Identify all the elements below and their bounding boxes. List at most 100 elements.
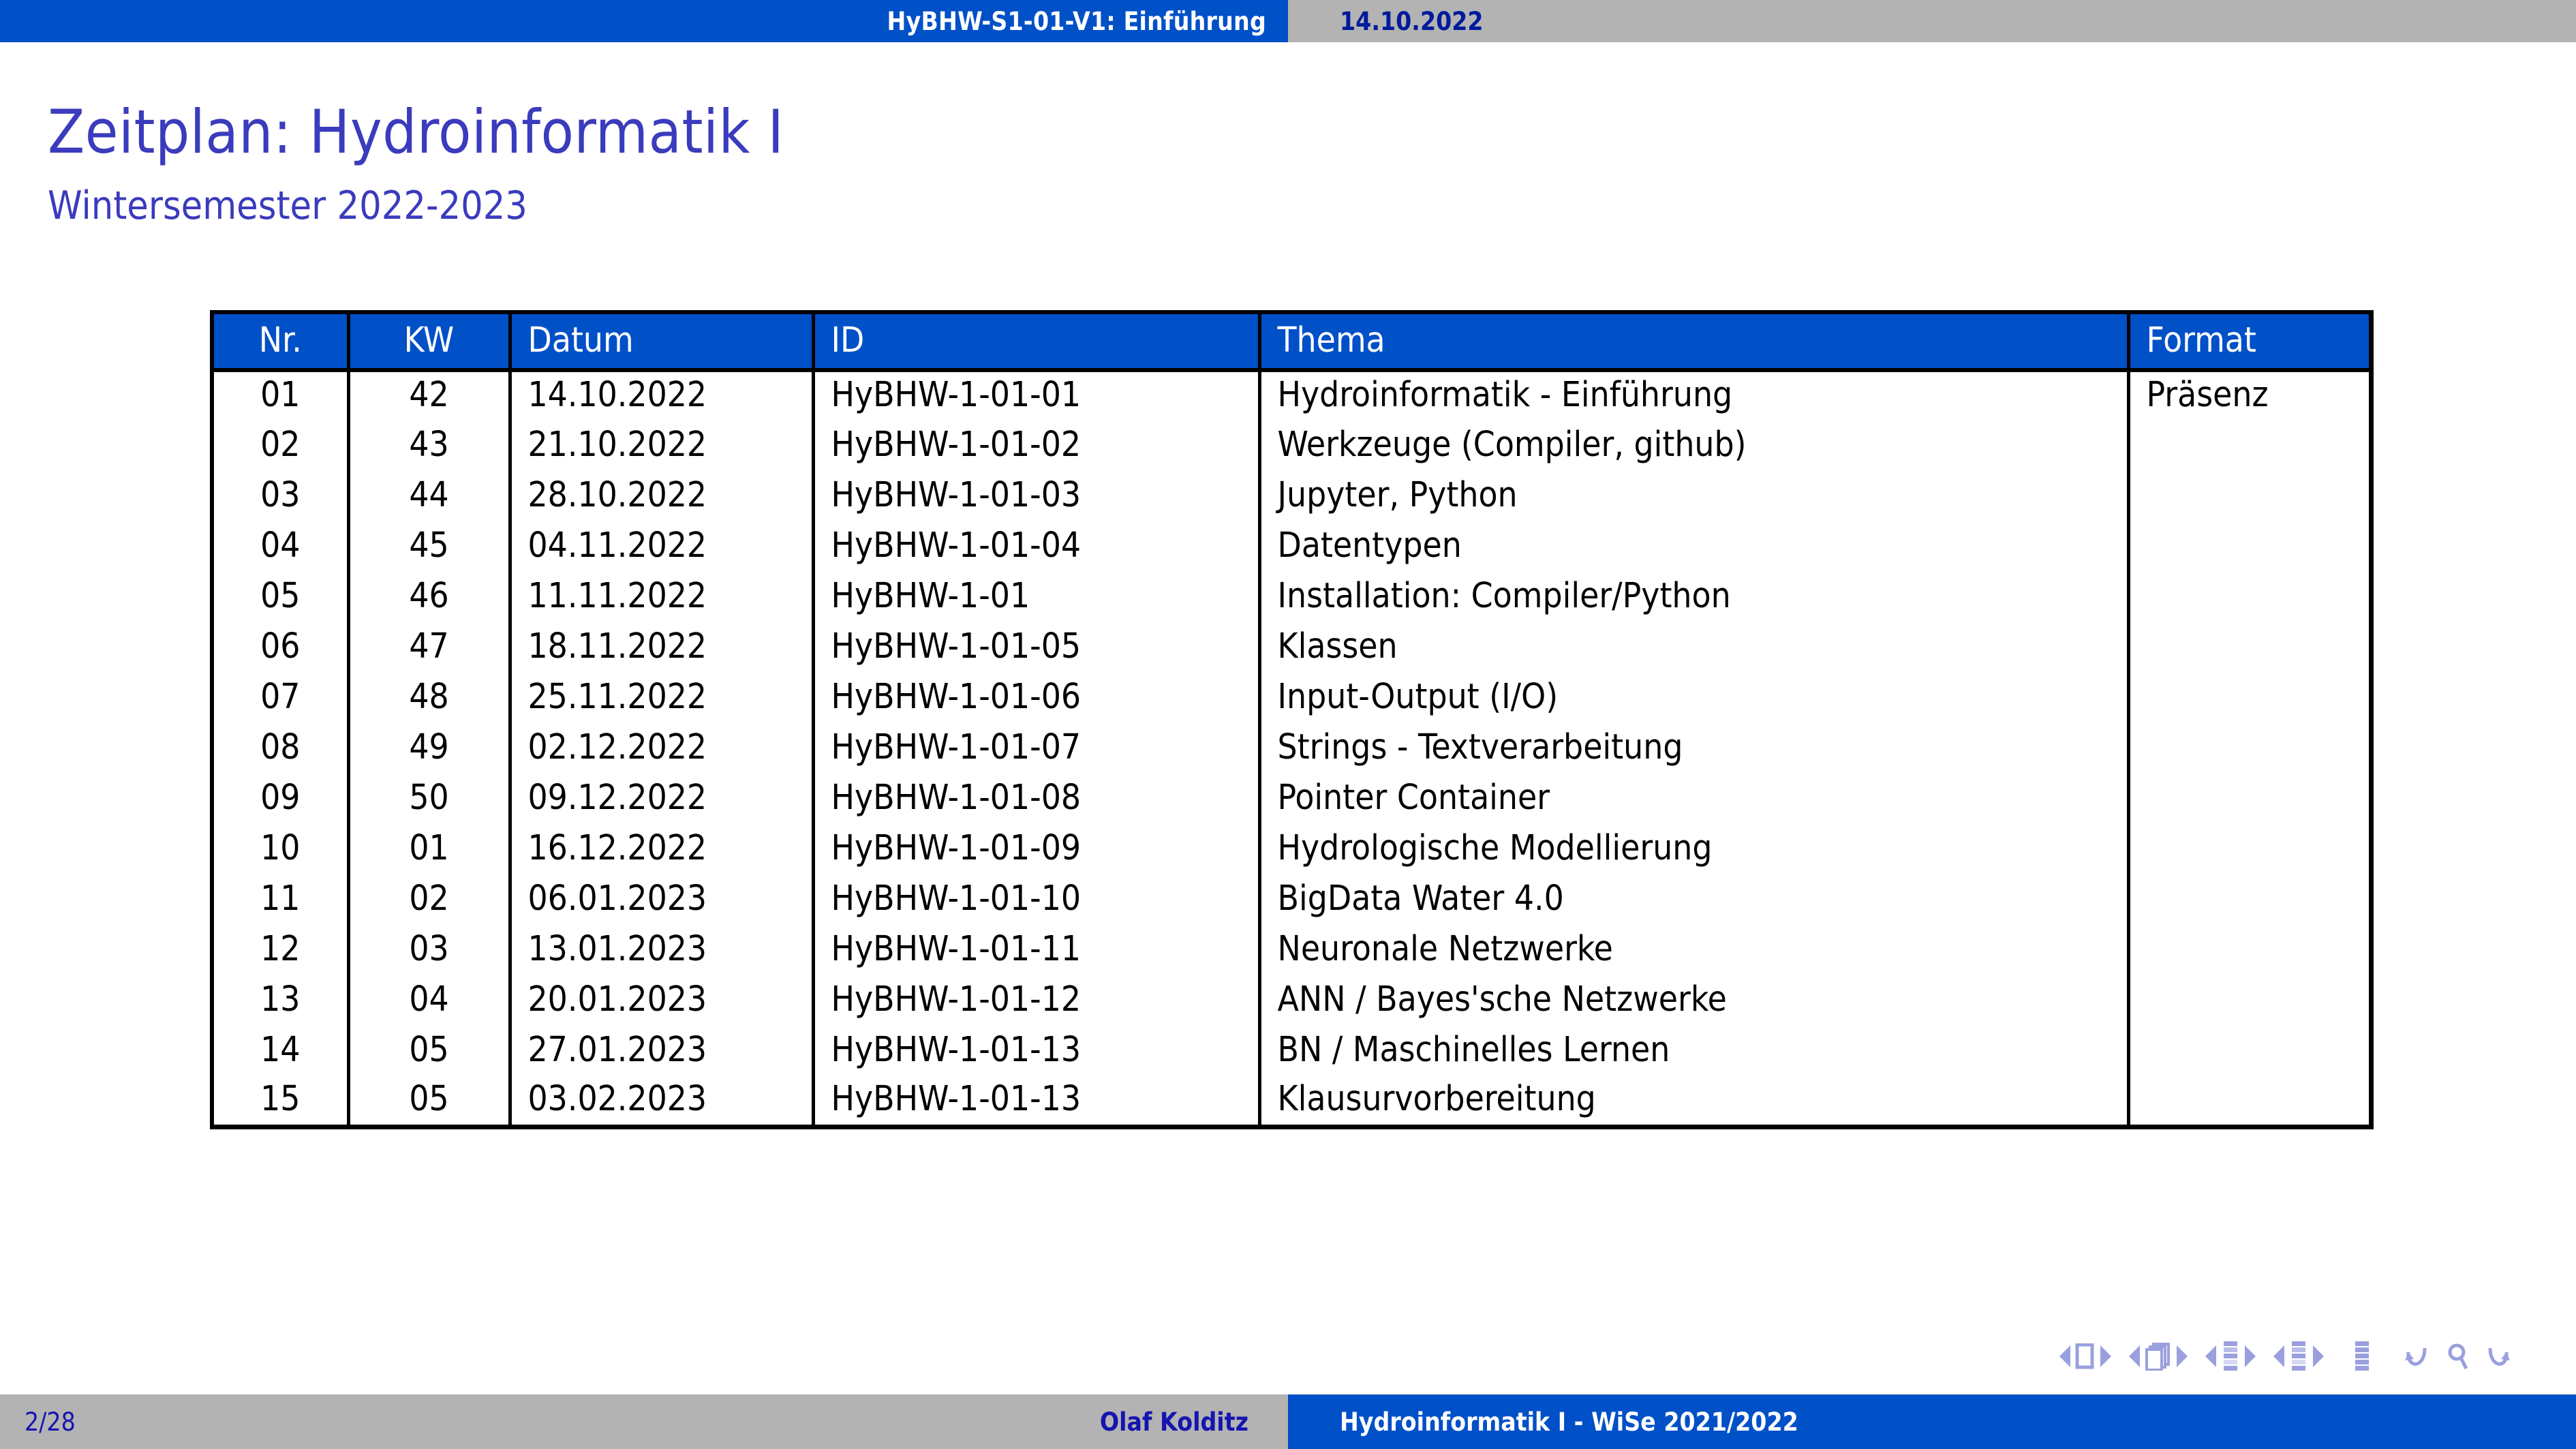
table-row: 13 04 20.01.2023 HyBHW-1-01-12 ANN / Bay…	[212, 975, 2371, 1026]
cell-nr: 02	[212, 421, 348, 471]
cell-datum: 28.10.2022	[510, 471, 813, 521]
table-row: 15 05 03.02.2023 HyBHW-1-01-13 Klausurvo…	[212, 1076, 2371, 1127]
cell-nr: 12	[212, 925, 348, 975]
cell-format	[2128, 774, 2371, 824]
subsection-icon[interactable]	[2221, 1341, 2240, 1371]
cell-id: HyBHW-1-01-05	[813, 622, 1259, 673]
cell-thema: Hydrologische Modellierung	[1259, 824, 2128, 874]
section-icon[interactable]	[2289, 1341, 2308, 1371]
next-frame-icon[interactable]	[2177, 1345, 2188, 1367]
cell-format	[2128, 572, 2371, 622]
slide-canvas: HyBHW-S1-01-V1: Einführung 14.10.2022 Ze…	[0, 0, 2576, 1449]
cell-thema: Jupyter, Python	[1259, 471, 2128, 521]
cell-format	[2128, 521, 2371, 572]
cell-id: HyBHW-1-01-04	[813, 521, 1259, 572]
cell-thema: Datentypen	[1259, 521, 2128, 572]
header-section-label: HyBHW-S1-01-V1: Einführung	[0, 0, 1288, 42]
cell-kw: 05	[348, 1076, 510, 1127]
cell-thema: BigData Water 4.0	[1259, 874, 2128, 925]
cell-nr: 03	[212, 471, 348, 521]
cell-datum: 09.12.2022	[510, 774, 813, 824]
prev-frame-icon[interactable]	[2129, 1345, 2140, 1367]
cell-format	[2128, 975, 2371, 1026]
next-subsection-icon[interactable]	[2245, 1345, 2256, 1367]
cell-nr: 09	[212, 774, 348, 824]
cell-nr: 05	[212, 572, 348, 622]
schedule-table-body: 01 42 14.10.2022 HyBHW-1-01-01 Hydroinfo…	[212, 370, 2371, 1127]
footer-author-cell: Olaf Kolditz	[1030, 1394, 1288, 1449]
cell-datum: 03.02.2023	[510, 1076, 813, 1127]
author-name: Olaf Kolditz	[1100, 1407, 1248, 1437]
cell-kw: 49	[348, 723, 510, 774]
subsection-nav-group[interactable]	[2205, 1341, 2256, 1371]
cell-thema: Neuronale Netzwerke	[1259, 925, 2128, 975]
next-slide-icon[interactable]	[2100, 1345, 2111, 1367]
cell-kw: 02	[348, 874, 510, 925]
column-header-datum: Datum	[510, 312, 813, 370]
cell-id: HyBHW-1-01-07	[813, 723, 1259, 774]
cell-kw: 04	[348, 975, 510, 1026]
prev-subsection-icon[interactable]	[2205, 1345, 2216, 1367]
cell-id: HyBHW-1-01	[813, 572, 1259, 622]
cell-thema: Installation: Compiler/Python	[1259, 572, 2128, 622]
header-date: 14.10.2022	[1288, 0, 2576, 42]
table-row: 07 48 25.11.2022 HyBHW-1-01-06 Input-Out…	[212, 673, 2371, 723]
forward-icon[interactable]	[2486, 1341, 2511, 1371]
cell-nr: 01	[212, 370, 348, 421]
search-icon[interactable]	[2447, 1341, 2468, 1371]
cell-datum: 11.11.2022	[510, 572, 813, 622]
document-icon[interactable]	[2352, 1341, 2372, 1371]
cell-thema: Werkzeuge (Compiler, github)	[1259, 421, 2128, 471]
cell-id: HyBHW-1-01-02	[813, 421, 1259, 471]
cell-kw: 48	[348, 673, 510, 723]
cell-kw: 44	[348, 471, 510, 521]
cell-kw: 50	[348, 774, 510, 824]
frames-icon[interactable]	[2145, 1342, 2172, 1371]
back-icon[interactable]	[2404, 1341, 2429, 1371]
cell-nr: 11	[212, 874, 348, 925]
cell-kw: 47	[348, 622, 510, 673]
section-nav-group[interactable]	[2273, 1341, 2324, 1371]
next-section-icon[interactable]	[2313, 1345, 2324, 1367]
course-title: Hydroinformatik I - WiSe 2021/2022	[1340, 1407, 1798, 1437]
cell-format	[2128, 1076, 2371, 1127]
table-row: 04 45 04.11.2022 HyBHW-1-01-04 Datentype…	[212, 521, 2371, 572]
column-header-nr: Nr.	[212, 312, 348, 370]
cell-thema: Pointer Container	[1259, 774, 2128, 824]
table-row: 03 44 28.10.2022 HyBHW-1-01-03 Jupyter, …	[212, 471, 2371, 521]
table-row: 06 47 18.11.2022 HyBHW-1-01-05 Klassen	[212, 622, 2371, 673]
cell-id: HyBHW-1-01-03	[813, 471, 1259, 521]
schedule-table-container: Nr. KW Datum ID Thema Format 01 42 14.10…	[210, 310, 2369, 1129]
footer-course-cell: Hydroinformatik I - WiSe 2021/2022	[1288, 1394, 2576, 1449]
prev-slide-icon[interactable]	[2059, 1345, 2070, 1367]
cell-format	[2128, 723, 2371, 774]
cell-datum: 13.01.2023	[510, 925, 813, 975]
cell-id: HyBHW-1-01-13	[813, 1076, 1259, 1127]
cell-format: Präsenz	[2128, 370, 2371, 421]
cell-datum: 27.01.2023	[510, 1026, 813, 1076]
cell-id: HyBHW-1-01-09	[813, 824, 1259, 874]
frame-nav-group[interactable]	[2129, 1342, 2188, 1371]
beamer-navigation-symbols[interactable]	[2059, 1341, 2511, 1371]
table-row: 09 50 09.12.2022 HyBHW-1-01-08 Pointer C…	[212, 774, 2371, 824]
cell-id: HyBHW-1-01-12	[813, 975, 1259, 1026]
slide-icon[interactable]	[2075, 1343, 2096, 1369]
prev-section-icon[interactable]	[2273, 1345, 2284, 1367]
table-row: 11 02 06.01.2023 HyBHW-1-01-10 BigData W…	[212, 874, 2371, 925]
column-header-format: Format	[2128, 312, 2371, 370]
table-row: 05 46 11.11.2022 HyBHW-1-01 Installation…	[212, 572, 2371, 622]
cell-nr: 06	[212, 622, 348, 673]
slide-nav-group[interactable]	[2059, 1343, 2111, 1369]
cell-format	[2128, 824, 2371, 874]
cell-id: HyBHW-1-01-06	[813, 673, 1259, 723]
cell-format	[2128, 471, 2371, 521]
cell-nr: 08	[212, 723, 348, 774]
cell-thema: BN / Maschinelles Lernen	[1259, 1026, 2128, 1076]
cell-format	[2128, 925, 2371, 975]
cell-datum: 02.12.2022	[510, 723, 813, 774]
cell-datum: 14.10.2022	[510, 370, 813, 421]
cell-thema: Strings - Textverarbeitung	[1259, 723, 2128, 774]
cell-nr: 10	[212, 824, 348, 874]
cell-id: HyBHW-1-01-01	[813, 370, 1259, 421]
cell-datum: 04.11.2022	[510, 521, 813, 572]
